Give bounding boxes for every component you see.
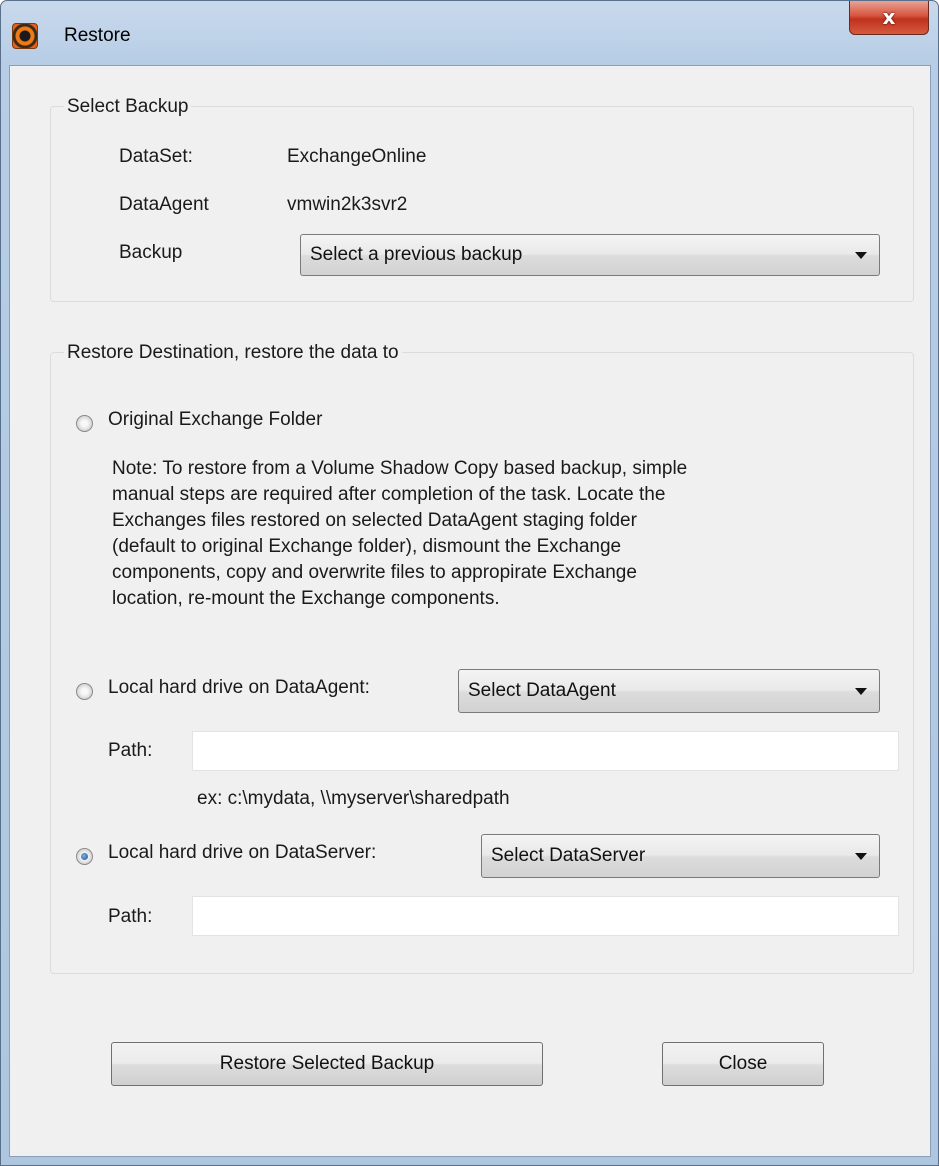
- backup-select[interactable]: Select a previous backup: [300, 234, 880, 276]
- backup-select-value: Select a previous backup: [310, 244, 523, 265]
- note-line: (default to original Exchange folder), d…: [112, 536, 622, 557]
- backup-label: Backup: [119, 242, 183, 263]
- restore-selected-backup-button[interactable]: Restore Selected Backup: [111, 1042, 543, 1086]
- dataagent-value: vmwin2k3svr2: [287, 194, 408, 215]
- note-line: location, re-mount the Exchange componen…: [112, 588, 500, 609]
- restore-destination-title: Restore Destination, restore the data to: [64, 342, 402, 364]
- restore-dialog: Restore x Select Backup DataSet: Exchang…: [0, 0, 939, 1166]
- dataagent-path-label: Path:: [108, 740, 153, 761]
- restore-destination-group: [50, 352, 914, 974]
- chevron-down-icon: [855, 252, 867, 259]
- dataserver-option-label[interactable]: Local hard drive on DataServer:: [108, 842, 376, 864]
- dataserver-path-input[interactable]: [192, 896, 899, 936]
- dataserver-radio[interactable]: [76, 848, 93, 865]
- dataset-value: ExchangeOnline: [287, 146, 427, 167]
- close-button[interactable]: Close: [662, 1042, 824, 1086]
- path-example-hint: ex: c:\mydata, \\myserver\sharedpath: [197, 788, 510, 809]
- note-line: manual steps are required after completi…: [112, 484, 666, 505]
- dataset-label: DataSet:: [119, 146, 193, 167]
- original-folder-label[interactable]: Original Exchange Folder: [108, 409, 322, 431]
- note-line: Exchanges files restored on selected Dat…: [112, 510, 637, 531]
- shadow-copy-note: Note: To restore from a Volume Shadow Co…: [112, 456, 882, 612]
- window-title: Restore: [64, 25, 131, 46]
- dataagent-select[interactable]: Select DataAgent: [458, 669, 880, 713]
- dataagent-radio[interactable]: [76, 683, 93, 700]
- chevron-down-icon: [855, 853, 867, 860]
- dataserver-path-label: Path:: [108, 906, 153, 927]
- dataagent-label: DataAgent: [119, 194, 209, 215]
- dataagent-select-value: Select DataAgent: [468, 680, 616, 701]
- original-folder-radio[interactable]: [76, 415, 93, 432]
- title-bar[interactable]: Restore x: [1, 1, 938, 65]
- note-line: components, copy and overwrite files to …: [112, 562, 637, 583]
- dataagent-path-input[interactable]: [192, 731, 899, 771]
- note-line: Note: To restore from a Volume Shadow Co…: [112, 458, 688, 479]
- chevron-down-icon: [855, 688, 867, 695]
- radio-selected-dot: [81, 853, 88, 860]
- dialog-body: Select Backup DataSet: ExchangeOnline Da…: [9, 65, 931, 1157]
- close-window-button[interactable]: x: [849, 1, 929, 35]
- dataagent-option-label[interactable]: Local hard drive on DataAgent:: [108, 677, 370, 699]
- select-backup-title: Select Backup: [64, 96, 192, 118]
- dataserver-select-value: Select DataServer: [491, 845, 646, 866]
- app-icon: [12, 23, 38, 49]
- dataserver-select[interactable]: Select DataServer: [481, 834, 880, 878]
